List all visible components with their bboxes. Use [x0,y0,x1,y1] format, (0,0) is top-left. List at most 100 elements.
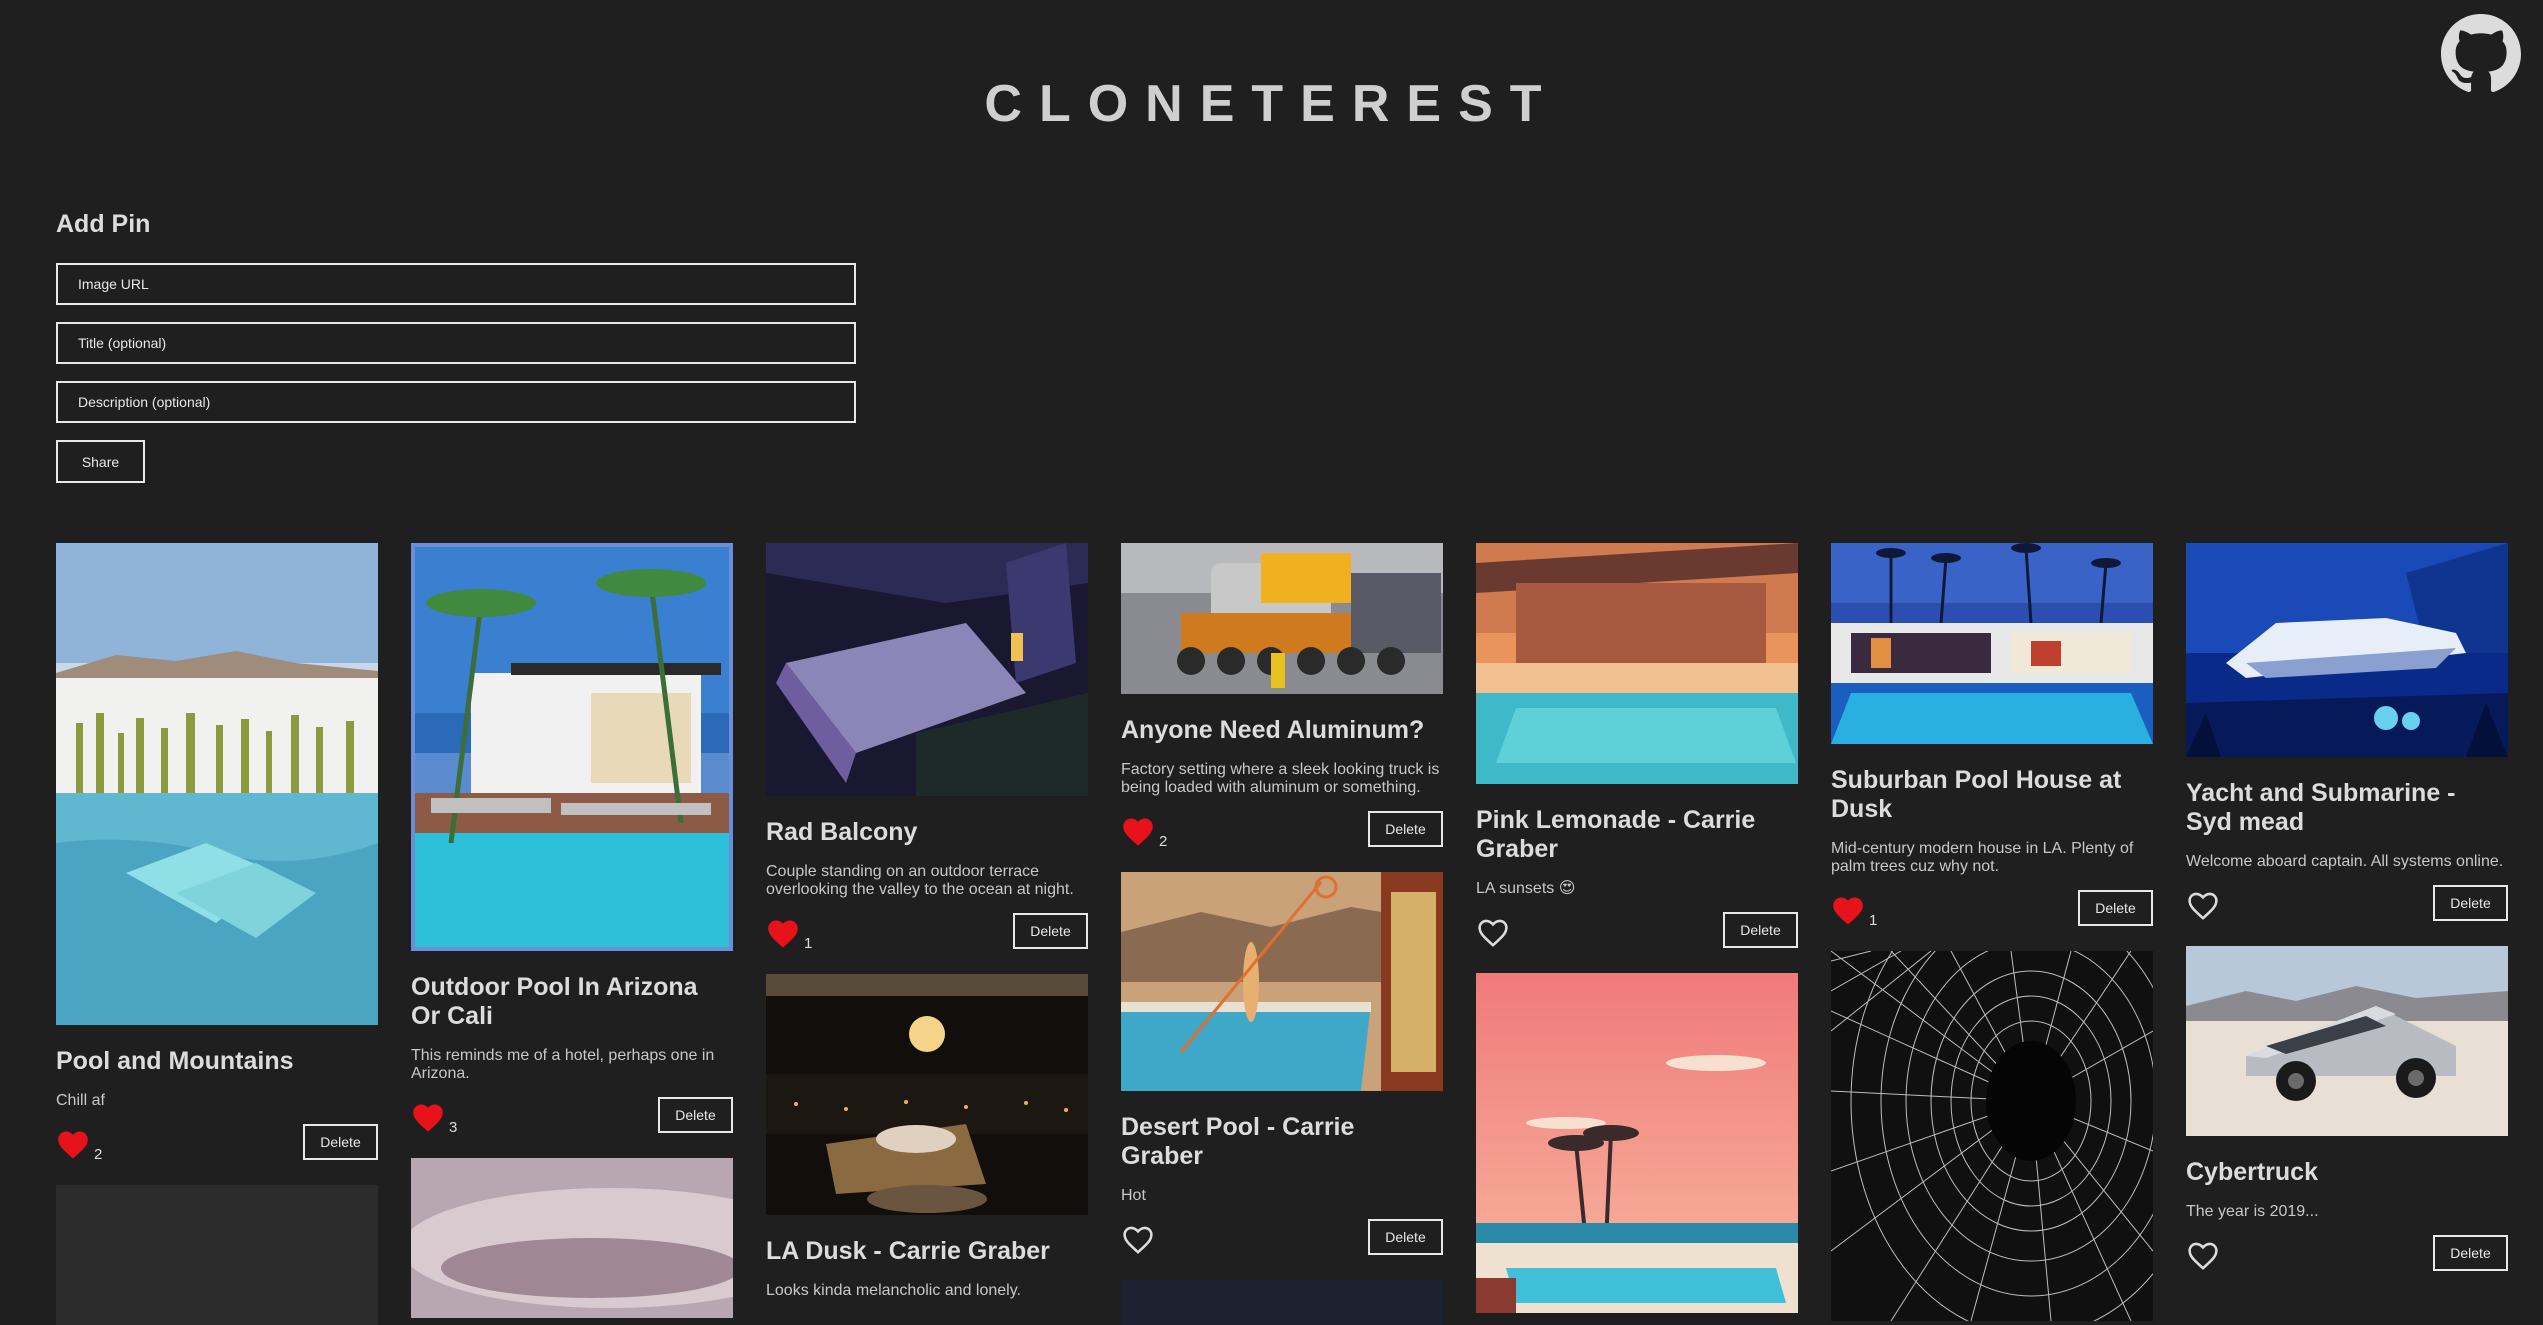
pin-card: Outdoor Pool In Arizona Or Cali This rem… [411,543,733,1136]
pin-card: Pink Lemonade - Carrie Graber LA sunsets… [1476,543,1798,948]
pin-footer: Delete [1121,1217,1443,1255]
add-pin-heading: Add Pin [56,210,151,238]
like-control: 3 [411,1102,458,1136]
pin-image[interactable] [1121,872,1443,1091]
like-control [1121,1224,1159,1255]
site-title: CLONETEREST [984,75,1559,133]
pin-description: Couple standing on an outdoor terrace ov… [766,863,1074,898]
pin-footer: 1 Delete [1831,888,2153,929]
pin-title: Pink Lemonade - Carrie Graber [1476,806,1756,863]
heart-outline-icon[interactable] [1476,917,1510,948]
pin-image[interactable] [2186,946,2508,1136]
like-count: 1 [804,935,813,952]
heart-outline-icon[interactable] [1121,1224,1155,1255]
pin-card [56,1185,378,1325]
delete-button[interactable]: Delete [2433,885,2508,921]
like-count: 1 [1869,912,1878,929]
pin-title: Suburban Pool House at Dusk [1831,766,2122,823]
pin-title: Cybertruck [2186,1158,2318,1186]
pin-image[interactable] [1476,543,1798,784]
pin-column: Outdoor Pool In Arizona Or Cali This rem… [411,543,733,1325]
pin-title: Desert Pool - Carrie Graber [1121,1113,1355,1170]
delete-button[interactable]: Delete [1723,912,1798,948]
heart-icon[interactable] [411,1102,445,1133]
heart-icon[interactable] [1121,816,1155,847]
pin-card: LA Dusk - Carrie Graber Looks kinda mela… [766,974,1088,1300]
pin-title: LA Dusk - Carrie Graber [766,1237,1050,1265]
pin-image[interactable] [1831,543,2153,744]
pin-card [411,1158,733,1318]
pin-description: This reminds me of a hotel, perhaps one … [411,1047,715,1082]
pin-card: Suburban Pool House at Dusk Mid-century … [1831,543,2153,929]
pin-title: Anyone Need Aluminum? [1121,716,1425,744]
delete-button[interactable]: Delete [658,1097,733,1133]
like-control: 2 [56,1129,103,1163]
like-count: 3 [449,1119,458,1136]
pin-image[interactable] [411,1158,733,1318]
pin-description: Chill af [56,1092,105,1109]
add-pin-form: Add Pin Share [56,210,856,483]
delete-button[interactable]: Delete [2078,890,2153,926]
pin-card [1476,973,1798,1313]
pin-image[interactable] [1831,951,2153,1321]
heart-outline-icon[interactable] [2186,1240,2220,1271]
pin-card: Cybertruck The year is 2019... Delete [2186,946,2508,1271]
pin-title: Outdoor Pool In Arizona Or Cali [411,973,698,1030]
pin-image[interactable] [2186,543,2508,757]
heart-icon[interactable] [1831,895,1865,926]
pin-footer: 1 Delete [766,911,1088,952]
title-input[interactable] [56,322,856,364]
pin-description: Looks kinda melancholic and lonely. [766,1282,1021,1299]
pin-description: Factory setting where a sleek looking tr… [1121,761,1440,796]
like-control: 1 [766,918,813,952]
heart-outline-icon[interactable] [2186,890,2220,921]
pin-image[interactable] [56,1185,378,1325]
delete-button[interactable]: Delete [303,1124,378,1160]
pin-column: Pool and Mountains Chill af 2 Delete [56,543,378,1325]
pin-footer: 3 Delete [411,1095,733,1136]
like-count: 2 [94,1146,103,1163]
pin-column: Yacht and Submarine - Syd mead Welcome a… [2186,543,2508,1296]
pin-card: Yacht and Submarine - Syd mead Welcome a… [2186,543,2508,921]
pin-column: Suburban Pool House at Dusk Mid-century … [1831,543,2153,1325]
pin-image[interactable] [411,543,733,951]
pin-footer: Delete [2186,1233,2508,1271]
pin-title: Pool and Mountains [56,1047,294,1075]
delete-button[interactable]: Delete [2433,1235,2508,1271]
image-url-input[interactable] [56,263,856,305]
delete-button[interactable]: Delete [1013,913,1088,949]
share-button[interactable]: Share [56,440,145,483]
pin-card: Anyone Need Aluminum? Factory setting wh… [1121,543,1443,850]
heart-icon[interactable] [766,918,800,949]
like-control: 2 [1121,816,1168,850]
pin-image[interactable] [1121,1280,1443,1325]
pin-card [1121,1280,1443,1325]
pin-image[interactable] [56,543,378,1025]
pin-column: Rad Balcony Couple standing on an outdoo… [766,543,1088,1325]
pin-description: LA sunsets 😍 [1476,880,1576,897]
pin-image[interactable] [1121,543,1443,694]
like-control [2186,890,2224,921]
like-count: 2 [1159,833,1168,850]
pin-card [1831,951,2153,1321]
pin-column: Anyone Need Aluminum? Factory setting wh… [1121,543,1443,1325]
like-control [2186,1240,2224,1271]
like-control [1476,917,1514,948]
pin-description: Mid-century modern house in LA. Plenty o… [1831,840,2134,875]
pin-image[interactable] [766,543,1088,796]
pin-footer: Delete [2186,883,2508,921]
pin-image[interactable] [1476,973,1798,1313]
pin-description: Hot [1121,1187,1146,1204]
heart-icon[interactable] [56,1129,90,1160]
delete-button[interactable]: Delete [1368,811,1443,847]
pin-column: Pink Lemonade - Carrie Graber LA sunsets… [1476,543,1798,1325]
pin-footer: 2 Delete [1121,809,1443,850]
pin-description: Welcome aboard captain. All systems onli… [2186,853,2504,870]
pin-description: The year is 2019... [2186,1203,2319,1220]
pin-card: Rad Balcony Couple standing on an outdoo… [766,543,1088,952]
description-input[interactable] [56,381,856,423]
delete-button[interactable]: Delete [1368,1219,1443,1255]
pin-image[interactable] [766,974,1088,1215]
like-control: 1 [1831,895,1878,929]
pin-card: Pool and Mountains Chill af 2 Delete [56,543,378,1163]
